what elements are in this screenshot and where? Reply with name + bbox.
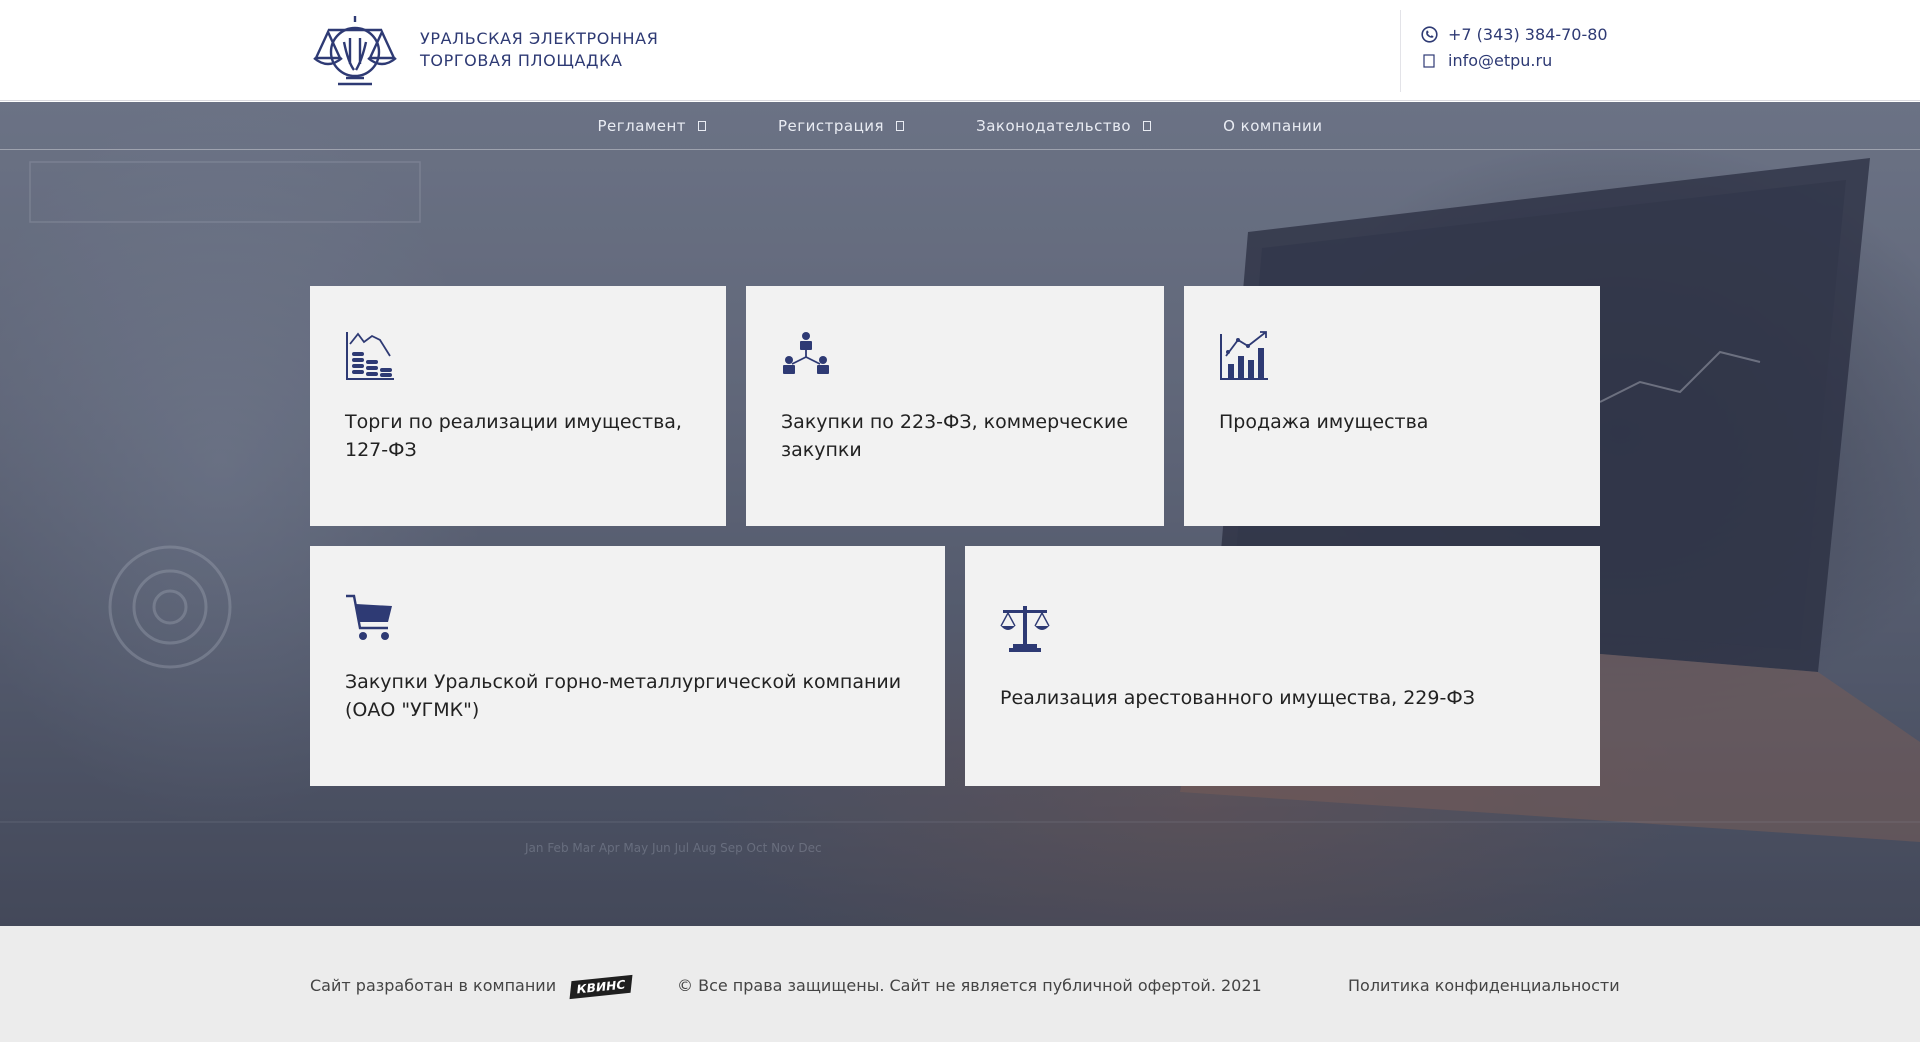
copyright-text: © Все права защищены. Сайт не является п…: [677, 976, 1262, 995]
bar-chart-icon: [1220, 331, 1268, 380]
developer-credit[interactable]: Сайт разработан в компании КВИНС: [310, 974, 633, 999]
card-ugmk-purchases[interactable]: Закупки Уральской горно-металлургической…: [310, 546, 945, 786]
dropdown-icon: [698, 121, 706, 131]
main-nav: Регламент Регистрация Законодательство О…: [0, 102, 1920, 150]
card-property-sale[interactable]: Продажа имущества: [1184, 286, 1600, 526]
nav-item-reglament[interactable]: Регламент: [561, 102, 742, 150]
nav-label: Законодательство: [976, 117, 1132, 135]
privacy-policy-link[interactable]: Политика конфиденциальности: [1348, 976, 1620, 995]
nav-label: Регистрация: [778, 117, 885, 135]
mail-icon: [1420, 52, 1438, 70]
card-223fz-purchases[interactable]: Закупки по 223-ФЗ, коммерческие закупки: [746, 286, 1164, 526]
card-title: Закупки по 223-ФЗ, коммерческие закупки: [781, 411, 1129, 461]
card-bankruptcy-auctions[interactable]: Торги по реализации имущества, 127-ФЗ: [310, 286, 726, 526]
site-header: УРАЛЬСКАЯ ЭЛЕКТРОННАЯ ТОРГОВАЯ ПЛОЩАДКА …: [0, 0, 1920, 101]
scales-icon: [1000, 606, 1050, 652]
brand-line-1: УРАЛЬСКАЯ ЭЛЕКТРОННАЯ: [420, 29, 659, 48]
header-divider: [1400, 10, 1401, 92]
brand-line-2: ТОРГОВАЯ ПЛОЩАДКА: [420, 51, 623, 70]
nav-label: О компании: [1223, 117, 1323, 135]
phone-contact[interactable]: +7 (343) 384-70-80: [1420, 25, 1608, 44]
card-arrested-property[interactable]: Реализация арестованного имущества, 229-…: [965, 546, 1600, 786]
card-title: Торги по реализации имущества, 127-ФЗ: [345, 411, 682, 461]
email-address: info@etpu.ru: [1448, 51, 1553, 70]
phone-icon: [1420, 26, 1438, 44]
dropdown-icon: [896, 121, 905, 131]
card-title: Закупки Уральской горно-металлургической…: [345, 671, 902, 721]
card-title: Реализация арестованного имущества, 229-…: [1000, 687, 1475, 709]
org-hierarchy-icon: [783, 332, 829, 374]
brand-name[interactable]: УРАЛЬСКАЯ ЭЛЕКТРОННАЯ ТОРГОВАЯ ПЛОЩАДКА: [420, 28, 658, 72]
developer-text: Сайт разработан в компании: [310, 976, 557, 995]
email-contact[interactable]: info@etpu.ru: [1420, 51, 1552, 70]
nav-label: Регламент: [597, 117, 686, 135]
kvins-logo[interactable]: КВИНС: [569, 974, 633, 999]
shopping-cart-icon: [346, 594, 392, 640]
card-title: Продажа имущества: [1219, 411, 1429, 433]
nav-item-registration[interactable]: Регистрация: [742, 102, 940, 150]
coins-chart-icon: [346, 332, 394, 380]
scales-logo[interactable]: [310, 12, 400, 90]
dropdown-icon: [1143, 121, 1152, 131]
site-footer: Сайт разработан в компании КВИНС © Все п…: [0, 926, 1920, 1042]
nav-item-legislation[interactable]: Законодательство: [940, 102, 1187, 150]
phone-number: +7 (343) 384-70-80: [1448, 25, 1608, 44]
nav-item-about[interactable]: О компании: [1187, 102, 1358, 150]
